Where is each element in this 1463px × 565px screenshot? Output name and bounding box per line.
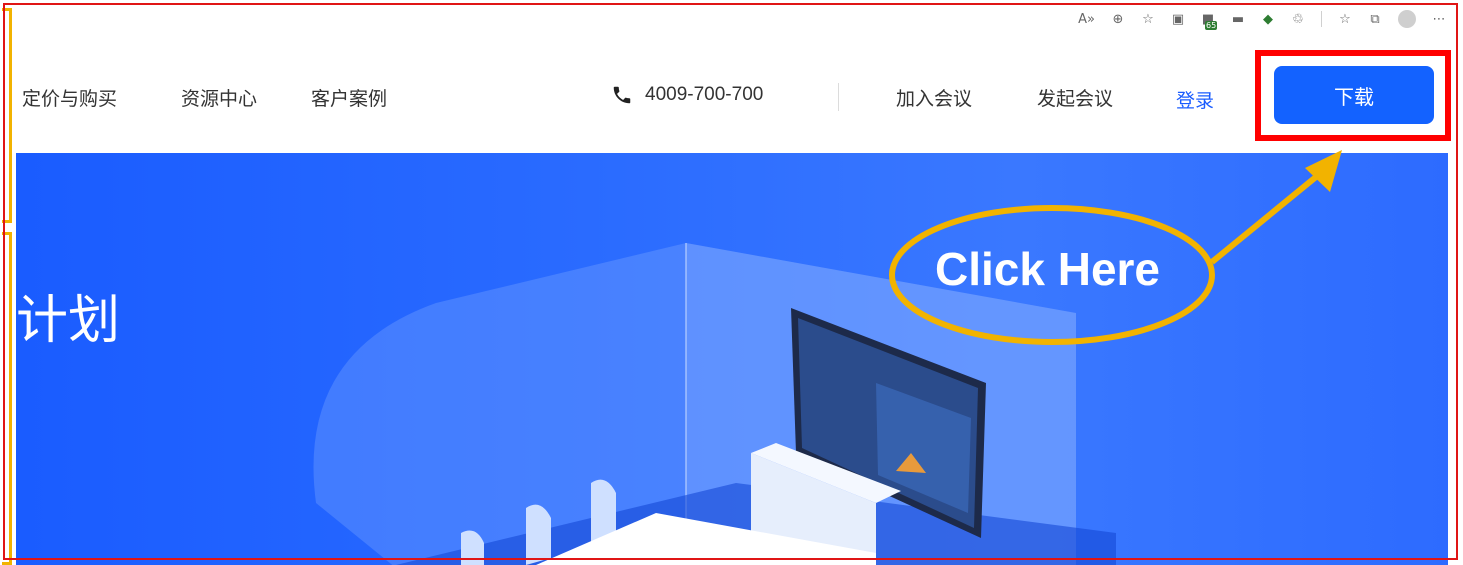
toolbar-divider xyxy=(1321,11,1322,27)
profile-icon[interactable] xyxy=(1398,10,1416,28)
click-here-annotation: Click Here xyxy=(935,243,1161,295)
extension-badge: 65 xyxy=(1205,20,1218,30)
favorite-icon[interactable]: ☆ xyxy=(1141,12,1155,27)
read-aloud-icon[interactable]: A» xyxy=(1078,12,1095,27)
hero-banner: 计划 xyxy=(16,153,1448,565)
collections-icon[interactable]: ⧉ xyxy=(1368,12,1382,27)
phone-number: 4009-700-700 xyxy=(645,84,764,105)
nav-item-pricing[interactable]: 定价与购买 xyxy=(22,84,117,111)
phone-icon xyxy=(613,86,631,104)
bracket-segment-top xyxy=(2,8,12,223)
nav-item-cases[interactable]: 客户案例 xyxy=(311,84,387,111)
site-header: 定价与购买 资源中心 客户案例 4009-700-700 加入会议 发起会议 登… xyxy=(16,38,1456,153)
hero-title: 计划 xyxy=(16,292,121,350)
hero-illustration xyxy=(313,243,1116,565)
collections-icon[interactable]: ▣ xyxy=(1171,12,1185,27)
join-meeting-link[interactable]: 加入会议 xyxy=(896,84,972,111)
phone-contact[interactable]: 4009-700-700 xyxy=(611,84,763,106)
extension-icon[interactable]: ■ 65 xyxy=(1201,12,1218,30)
more-icon[interactable]: ⋯ xyxy=(1432,12,1446,27)
favorites-list-icon[interactable]: ☆ xyxy=(1338,12,1352,27)
bracket-segment-bottom xyxy=(2,232,12,565)
nav-item-resources[interactable]: 资源中心 xyxy=(181,84,257,111)
zoom-icon[interactable]: ⊕ xyxy=(1111,12,1125,27)
download-highlight-box xyxy=(1255,50,1451,141)
browser-toolbar: A» ⊕ ☆ ▣ ■ 65 ▬ ◆ ♲ ☆ ⧉ ⋯ xyxy=(16,6,1456,39)
nav-divider xyxy=(838,83,839,111)
extension-icon[interactable]: ♲ xyxy=(1291,12,1305,27)
extension-icon[interactable]: ▬ xyxy=(1231,12,1245,27)
extension-icon[interactable]: ◆ xyxy=(1261,12,1275,27)
login-link[interactable]: 登录 xyxy=(1176,86,1214,113)
left-annotation-bracket xyxy=(0,0,16,565)
start-meeting-link[interactable]: 发起会议 xyxy=(1037,84,1113,111)
